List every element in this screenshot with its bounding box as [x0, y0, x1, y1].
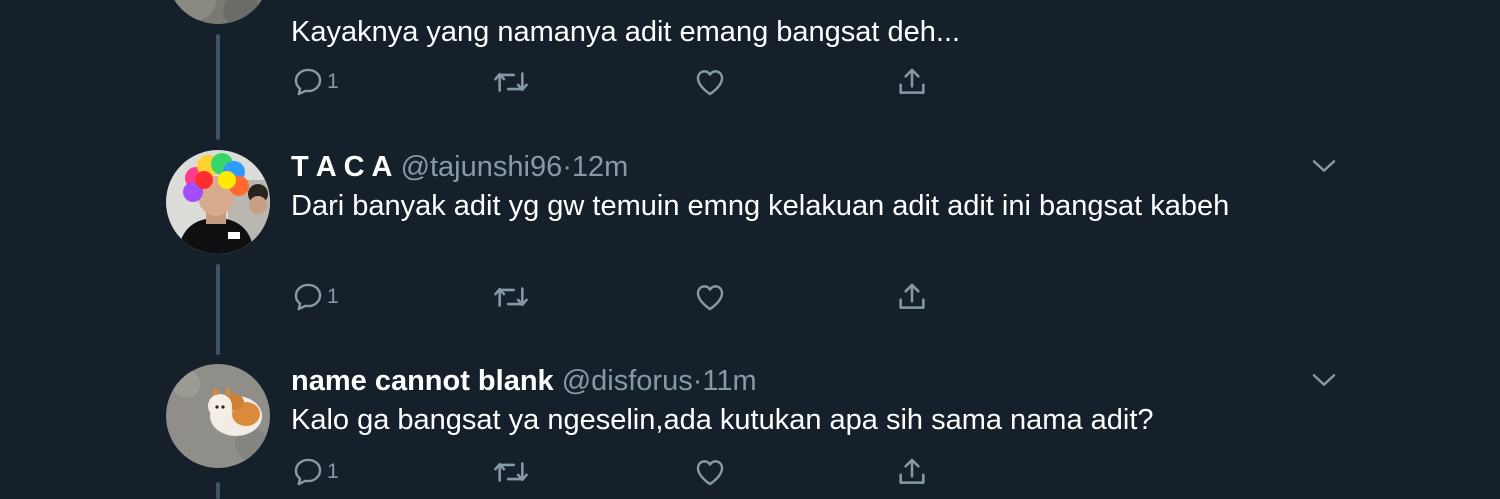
share-icon	[899, 458, 925, 484]
chevron-down-icon	[1312, 160, 1336, 172]
retweet-button[interactable]	[491, 277, 531, 317]
share-icon	[899, 283, 925, 309]
reply-button[interactable]: 1	[291, 277, 339, 317]
like-button[interactable]	[693, 62, 727, 102]
display-name[interactable]: T A C A	[291, 151, 393, 183]
more-options-button[interactable]	[1308, 364, 1340, 396]
retweet-button[interactable]	[491, 62, 531, 102]
reply-icon	[294, 68, 322, 96]
reply-button[interactable]: 1	[291, 452, 339, 492]
separator-dot: ·	[562, 151, 572, 183]
user-handle[interactable]: @disforus	[562, 365, 693, 397]
reply-count: 1	[327, 285, 339, 308]
avatar[interactable]	[166, 0, 270, 24]
share-icon	[899, 68, 925, 94]
avatar[interactable]	[166, 150, 270, 254]
tweet-text: Dari banyak adit yg gw temuin emng kelak…	[291, 190, 1230, 222]
avatar[interactable]	[166, 364, 270, 468]
avatar-gray-photo-icon	[166, 0, 270, 24]
share-button[interactable]	[895, 452, 929, 492]
more-options-button[interactable]	[1308, 150, 1340, 182]
avatar-kitten-icon	[166, 364, 270, 468]
heart-icon	[696, 285, 724, 311]
reply-count: 1	[327, 70, 339, 93]
chevron-down-icon	[1312, 374, 1336, 386]
retweet-icon	[494, 72, 528, 92]
avatar-rainbow-wig-icon	[166, 150, 270, 254]
tweet-actions: 1	[291, 62, 991, 102]
share-button[interactable]	[895, 62, 929, 102]
retweet-icon	[494, 287, 528, 307]
tweet-text: Kayaknya yang namanya adit emang bangsat…	[291, 16, 961, 48]
reply-icon	[294, 458, 322, 486]
retweet-icon	[494, 462, 528, 482]
reply-button[interactable]: 1	[291, 62, 339, 102]
tweet-header: T A C A @tajunshi96·12m	[291, 150, 628, 184]
heart-icon	[696, 70, 724, 96]
thread-line	[216, 482, 220, 499]
retweet-button[interactable]	[491, 452, 531, 492]
share-button[interactable]	[895, 277, 929, 317]
reply-count: 1	[327, 460, 339, 483]
display-name[interactable]: name cannot blank	[291, 365, 554, 397]
tweet-text: Kalo ga bangsat ya ngeselin,ada kutukan …	[291, 404, 1154, 436]
thread-line	[216, 264, 220, 355]
like-button[interactable]	[693, 277, 727, 317]
timestamp[interactable]: 11m	[702, 365, 756, 397]
tweet-actions: 1	[291, 277, 991, 317]
separator-dot: ·	[692, 365, 703, 397]
heart-icon	[696, 460, 724, 486]
like-button[interactable]	[693, 452, 727, 492]
reply-icon	[294, 283, 322, 311]
tweet-header: name cannot blank @disforus·11m	[291, 364, 757, 398]
thread-line	[216, 34, 220, 140]
user-handle[interactable]: @tajunshi96	[401, 151, 563, 183]
timestamp[interactable]: 12m	[572, 151, 628, 183]
tweet-actions: 1	[291, 452, 991, 492]
